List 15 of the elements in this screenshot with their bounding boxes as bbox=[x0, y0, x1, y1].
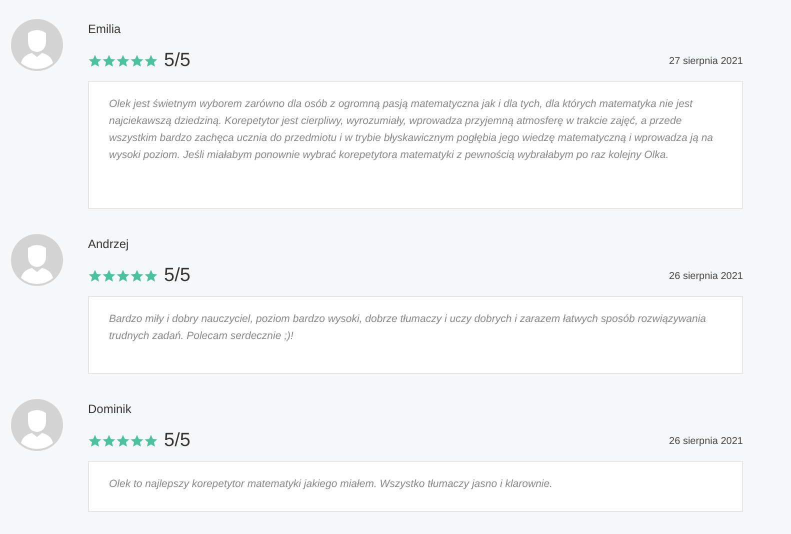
avatar-icon bbox=[11, 19, 63, 71]
rating-score: 5/5 bbox=[164, 50, 190, 72]
rating-score: 5/5 bbox=[164, 430, 190, 452]
rating-score: 5/5 bbox=[164, 265, 190, 287]
review-text: Bardzo miły i dobry nauczyciel, poziom bardzo wysoki, dobrze tłumaczy i uczy dobrych i zarazem łatwych sposób rozwiązywania trudnych zadań. Polecam serdecznie ;)! bbox=[109, 312, 707, 344]
review-date: 26 sierpnia 2021 bbox=[669, 270, 743, 282]
review-text: Olek jest świetnym wyborem zarówno dla osób z ogromną pasją matematyczna jak i dla tych, dla których matematyka nie jest najciekawszą dziedziną. Korepetytor jest cierpliwy, wyrozumiały, wprowadza przyjemną atmosferę w trakcie zajęć, a przede wszystkim bardzo zachęca ucznia do przedmiotu i w trybie błyskawicznym pogłębia jego wiedzę matematyczną i wprowadza ją na wysoki poziom. Jeśli miałabym ponownie wybrać korepetytora matematyki z pewnością wybrałabym po raz kolejny Olka. bbox=[109, 97, 714, 163]
reviewer-name: Andrzej bbox=[88, 237, 130, 253]
reviewer-name: Emilia bbox=[88, 22, 122, 38]
review-date: 26 sierpnia 2021 bbox=[669, 436, 743, 446]
review-text: Olek to najlepszy korepetytor matematyki jakiego miałem. Wszystko tłumaczy jasno i klarownie. bbox=[109, 477, 554, 492]
avatar-icon bbox=[11, 399, 63, 451]
review-date: 27 sierpnia 2021 bbox=[669, 56, 743, 66]
reviewer-name: Dominik bbox=[88, 402, 132, 418]
avatar-icon bbox=[11, 234, 63, 286]
